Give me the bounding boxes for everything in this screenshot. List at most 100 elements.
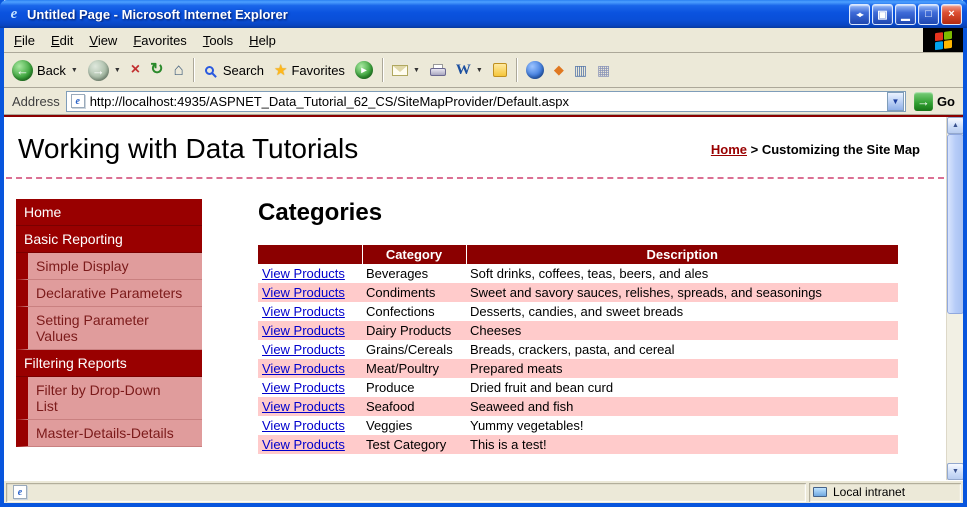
view-products-link[interactable]: View Products bbox=[262, 285, 345, 300]
combo-arrow-icon: ▼ bbox=[891, 96, 900, 106]
view-products-link[interactable]: View Products bbox=[262, 323, 345, 338]
zone-label: Local intranet bbox=[833, 485, 906, 499]
scroll-down-icon: ▼ bbox=[952, 468, 959, 475]
toolbar-separator bbox=[192, 58, 194, 82]
table-row: View Products Confections Desserts, candie… bbox=[258, 302, 898, 321]
intranet-zone-icon bbox=[813, 487, 827, 497]
table-row: View Products Seafood Seaweed and fish bbox=[258, 397, 898, 416]
journal-icon bbox=[492, 63, 507, 77]
favorites-button[interactable]: ★ Favorites bbox=[270, 59, 349, 81]
back-dropdown-icon[interactable]: ▼ bbox=[71, 67, 78, 74]
go-button[interactable]: → Go bbox=[912, 91, 957, 112]
statusbar: e Local intranet bbox=[4, 480, 963, 503]
close-icon: × bbox=[948, 8, 955, 20]
table-row: View Products Veggies Yummy vegetables! bbox=[258, 416, 898, 435]
research-button[interactable]: ◆ bbox=[550, 60, 568, 80]
header-cell-category: Category bbox=[362, 245, 467, 264]
sidebar-item-setting-parameter-values[interactable]: Setting Parameter Values bbox=[16, 307, 202, 350]
windows-flag-icon bbox=[934, 30, 952, 50]
print-button[interactable] bbox=[426, 62, 450, 78]
word-icon: W bbox=[455, 61, 471, 78]
menu-item-view[interactable]: View bbox=[81, 30, 125, 51]
description-cell: Desserts, candies, and sweet breads bbox=[470, 304, 684, 319]
mail-button[interactable]: ▼ bbox=[388, 63, 424, 78]
category-cell: Meat/Poultry bbox=[366, 361, 439, 376]
media-button[interactable]: ▸ bbox=[351, 59, 377, 81]
menu-item-edit[interactable]: Edit bbox=[43, 30, 81, 51]
category-cell: Confections bbox=[366, 304, 435, 319]
status-page-icon: e bbox=[13, 485, 27, 499]
scroll-down-button[interactable]: ▼ bbox=[947, 463, 963, 480]
grid-icon: ▦ bbox=[597, 61, 611, 78]
go-icon: → bbox=[913, 91, 933, 111]
refresh-button[interactable]: ↻ bbox=[146, 60, 167, 80]
mail-dropdown-icon[interactable]: ▼ bbox=[413, 67, 420, 74]
address-box: e ▼ bbox=[65, 90, 906, 112]
screen-button[interactable]: ▣ bbox=[872, 3, 893, 25]
forward-dropdown-icon[interactable]: ▼ bbox=[114, 67, 121, 74]
description-cell: Sweet and savory sauces, relishes, sprea… bbox=[470, 285, 822, 300]
messenger-button[interactable] bbox=[522, 59, 548, 81]
status-main-pane: e bbox=[6, 483, 806, 502]
menu-item-favorites[interactable]: Favorites bbox=[125, 30, 194, 51]
view-products-link[interactable]: View Products bbox=[262, 418, 345, 433]
address-input[interactable] bbox=[87, 91, 887, 111]
scroll-up-icon: ▲ bbox=[952, 122, 959, 129]
view-products-link[interactable]: View Products bbox=[262, 342, 345, 357]
media-icon: ▸ bbox=[354, 61, 373, 79]
home-button[interactable]: ⌂ bbox=[170, 60, 188, 80]
stop-button[interactable]: × bbox=[127, 60, 144, 80]
forward-button[interactable]: → ▼ bbox=[84, 58, 125, 83]
menu-item-file[interactable]: File bbox=[6, 30, 43, 51]
messenger-icon bbox=[525, 61, 544, 79]
view-products-link[interactable]: View Products bbox=[262, 266, 345, 281]
toolbar-separator bbox=[515, 58, 517, 82]
menu-item-help[interactable]: Help bbox=[241, 30, 284, 51]
minimize-button[interactable]: ▁ bbox=[895, 3, 916, 25]
scroll-up-button[interactable]: ▲ bbox=[947, 117, 963, 134]
categories-table: Category Description View Products Bevera… bbox=[258, 245, 898, 454]
sidebar-item-master-details-details[interactable]: Master-Details-Details bbox=[16, 420, 202, 447]
view-products-link[interactable]: View Products bbox=[262, 380, 345, 395]
sidebar-item-home[interactable]: Home bbox=[16, 199, 202, 226]
table-row: View Products Beverages Soft drinks, coffe… bbox=[258, 264, 898, 283]
arrows-button[interactable]: ◂▸ bbox=[849, 3, 870, 25]
titlebar: e Untitled Page - Microsoft Internet Exp… bbox=[0, 0, 967, 28]
search-icon bbox=[204, 65, 214, 75]
table-row: View Products Dairy Products Cheeses bbox=[258, 321, 898, 340]
scrollbar-thumb[interactable] bbox=[947, 134, 963, 314]
windows-logo bbox=[923, 28, 963, 52]
sidebar-item-filter-by-drop-down-list[interactable]: Filter by Drop-Down List bbox=[16, 377, 202, 420]
address-dropdown-button[interactable]: ▼ bbox=[886, 91, 904, 111]
sidebar-item-basic-reporting[interactable]: Basic Reporting bbox=[16, 226, 202, 253]
grid-button[interactable]: ▦ bbox=[593, 60, 614, 81]
view-products-link[interactable]: View Products bbox=[262, 361, 345, 376]
sidebar-item-filtering-reports[interactable]: Filtering Reports bbox=[16, 350, 202, 377]
sidebar-item-declarative-parameters[interactable]: Declarative Parameters bbox=[16, 280, 202, 307]
toolbar: ← Back ▼ → ▼ × ↻ ⌂ Search ★ Favorites ▸ … bbox=[4, 53, 963, 88]
breadcrumb-home-link[interactable]: Home bbox=[711, 142, 747, 157]
back-label: Back bbox=[37, 62, 66, 78]
back-icon: ← bbox=[12, 59, 33, 81]
maximize-button[interactable]: □ bbox=[918, 3, 939, 25]
search-button[interactable]: Search bbox=[199, 61, 268, 80]
menu-item-tools[interactable]: Tools bbox=[195, 30, 241, 51]
header-cell-empty bbox=[258, 245, 363, 264]
sidebar-item-simple-display[interactable]: Simple Display bbox=[16, 253, 202, 280]
close-button[interactable]: × bbox=[941, 3, 962, 25]
vertical-scrollbar[interactable]: ▲ ▼ bbox=[946, 117, 963, 480]
edit-with-word-button[interactable]: W ▼ bbox=[452, 60, 487, 81]
view-products-link[interactable]: View Products bbox=[262, 437, 345, 452]
page-icon: e bbox=[70, 94, 85, 108]
journal-button[interactable] bbox=[489, 61, 511, 79]
sites-button[interactable]: ▥ bbox=[570, 60, 591, 81]
research-icon: ◆ bbox=[553, 62, 564, 77]
back-button[interactable]: ← Back ▼ bbox=[8, 58, 82, 83]
menubar: File Edit View Favorites Tools Help bbox=[4, 28, 963, 53]
header-cell-description: Description bbox=[466, 245, 898, 264]
edit-dropdown-icon[interactable]: ▼ bbox=[476, 67, 483, 74]
view-products-link[interactable]: View Products bbox=[262, 304, 345, 319]
category-cell: Grains/Cereals bbox=[366, 342, 453, 357]
address-label: Address bbox=[12, 93, 60, 109]
view-products-link[interactable]: View Products bbox=[262, 399, 345, 414]
